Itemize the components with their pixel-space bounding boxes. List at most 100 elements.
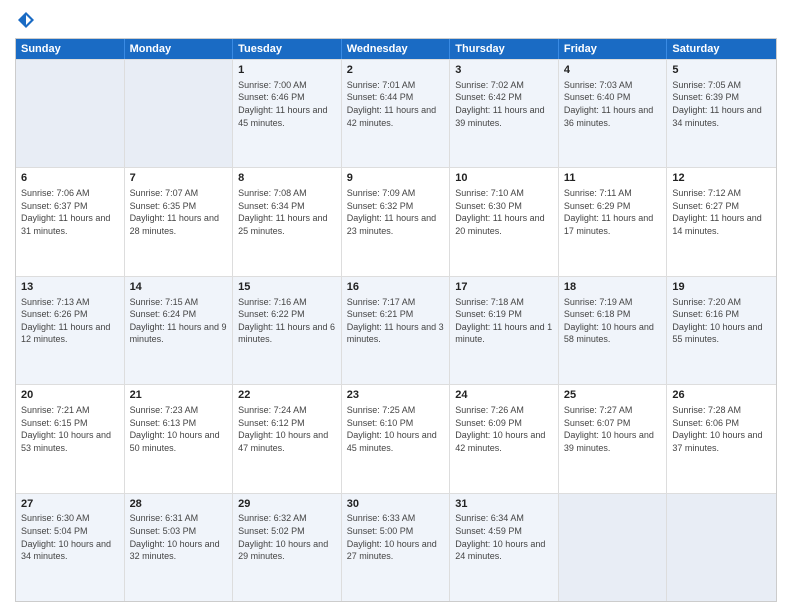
calendar-cell-r1-c6: 12Sunrise: 7:12 AM Sunset: 6:27 PM Dayli… (667, 168, 776, 275)
cell-info: Sunrise: 7:08 AM Sunset: 6:34 PM Dayligh… (238, 187, 336, 237)
calendar-row-2: 13Sunrise: 7:13 AM Sunset: 6:26 PM Dayli… (16, 276, 776, 384)
calendar-cell-r2-c0: 13Sunrise: 7:13 AM Sunset: 6:26 PM Dayli… (16, 277, 125, 384)
cell-info: Sunrise: 7:12 AM Sunset: 6:27 PM Dayligh… (672, 187, 771, 237)
calendar-cell-r3-c6: 26Sunrise: 7:28 AM Sunset: 6:06 PM Dayli… (667, 385, 776, 492)
logo-icon (16, 10, 36, 30)
day-number: 8 (238, 171, 336, 186)
cell-info: Sunrise: 7:07 AM Sunset: 6:35 PM Dayligh… (130, 187, 228, 237)
cell-info: Sunrise: 6:31 AM Sunset: 5:03 PM Dayligh… (130, 512, 228, 562)
day-number: 12 (672, 171, 771, 186)
cell-info: Sunrise: 7:06 AM Sunset: 6:37 PM Dayligh… (21, 187, 119, 237)
day-number: 28 (130, 497, 228, 512)
weekday-header-wednesday: Wednesday (342, 39, 451, 59)
day-number: 14 (130, 280, 228, 295)
calendar-row-0: 1Sunrise: 7:00 AM Sunset: 6:46 PM Daylig… (16, 59, 776, 167)
day-number: 2 (347, 63, 445, 78)
day-number: 24 (455, 388, 553, 403)
calendar-cell-r2-c2: 15Sunrise: 7:16 AM Sunset: 6:22 PM Dayli… (233, 277, 342, 384)
cell-info: Sunrise: 7:24 AM Sunset: 6:12 PM Dayligh… (238, 404, 336, 454)
day-number: 6 (21, 171, 119, 186)
calendar-cell-r3-c3: 23Sunrise: 7:25 AM Sunset: 6:10 PM Dayli… (342, 385, 451, 492)
cell-info: Sunrise: 7:16 AM Sunset: 6:22 PM Dayligh… (238, 296, 336, 346)
calendar-cell-r4-c5 (559, 494, 668, 601)
weekday-header-sunday: Sunday (16, 39, 125, 59)
calendar-cell-r0-c3: 2Sunrise: 7:01 AM Sunset: 6:44 PM Daylig… (342, 60, 451, 167)
calendar-cell-r4-c2: 29Sunrise: 6:32 AM Sunset: 5:02 PM Dayli… (233, 494, 342, 601)
calendar-cell-r1-c1: 7Sunrise: 7:07 AM Sunset: 6:35 PM Daylig… (125, 168, 234, 275)
header (15, 10, 777, 30)
cell-info: Sunrise: 7:10 AM Sunset: 6:30 PM Dayligh… (455, 187, 553, 237)
weekday-header-tuesday: Tuesday (233, 39, 342, 59)
cell-info: Sunrise: 7:05 AM Sunset: 6:39 PM Dayligh… (672, 79, 771, 129)
cell-info: Sunrise: 7:28 AM Sunset: 6:06 PM Dayligh… (672, 404, 771, 454)
cell-info: Sunrise: 7:18 AM Sunset: 6:19 PM Dayligh… (455, 296, 553, 346)
day-number: 13 (21, 280, 119, 295)
calendar-cell-r1-c5: 11Sunrise: 7:11 AM Sunset: 6:29 PM Dayli… (559, 168, 668, 275)
calendar-cell-r0-c0 (16, 60, 125, 167)
cell-info: Sunrise: 6:32 AM Sunset: 5:02 PM Dayligh… (238, 512, 336, 562)
calendar-cell-r3-c2: 22Sunrise: 7:24 AM Sunset: 6:12 PM Dayli… (233, 385, 342, 492)
day-number: 1 (238, 63, 336, 78)
calendar-cell-r2-c1: 14Sunrise: 7:15 AM Sunset: 6:24 PM Dayli… (125, 277, 234, 384)
cell-info: Sunrise: 7:23 AM Sunset: 6:13 PM Dayligh… (130, 404, 228, 454)
day-number: 31 (455, 497, 553, 512)
day-number: 7 (130, 171, 228, 186)
calendar-cell-r3-c0: 20Sunrise: 7:21 AM Sunset: 6:15 PM Dayli… (16, 385, 125, 492)
day-number: 30 (347, 497, 445, 512)
calendar-cell-r1-c3: 9Sunrise: 7:09 AM Sunset: 6:32 PM Daylig… (342, 168, 451, 275)
cell-info: Sunrise: 7:17 AM Sunset: 6:21 PM Dayligh… (347, 296, 445, 346)
calendar-cell-r3-c5: 25Sunrise: 7:27 AM Sunset: 6:07 PM Dayli… (559, 385, 668, 492)
day-number: 9 (347, 171, 445, 186)
day-number: 25 (564, 388, 662, 403)
page: SundayMondayTuesdayWednesdayThursdayFrid… (0, 0, 792, 612)
day-number: 29 (238, 497, 336, 512)
calendar-cell-r0-c5: 4Sunrise: 7:03 AM Sunset: 6:40 PM Daylig… (559, 60, 668, 167)
calendar-cell-r0-c6: 5Sunrise: 7:05 AM Sunset: 6:39 PM Daylig… (667, 60, 776, 167)
day-number: 27 (21, 497, 119, 512)
cell-info: Sunrise: 7:25 AM Sunset: 6:10 PM Dayligh… (347, 404, 445, 454)
cell-info: Sunrise: 7:01 AM Sunset: 6:44 PM Dayligh… (347, 79, 445, 129)
calendar-row-1: 6Sunrise: 7:06 AM Sunset: 6:37 PM Daylig… (16, 167, 776, 275)
weekday-header-saturday: Saturday (667, 39, 776, 59)
calendar-body: 1Sunrise: 7:00 AM Sunset: 6:46 PM Daylig… (16, 59, 776, 601)
day-number: 18 (564, 280, 662, 295)
cell-info: Sunrise: 7:03 AM Sunset: 6:40 PM Dayligh… (564, 79, 662, 129)
cell-info: Sunrise: 7:27 AM Sunset: 6:07 PM Dayligh… (564, 404, 662, 454)
cell-info: Sunrise: 7:13 AM Sunset: 6:26 PM Dayligh… (21, 296, 119, 346)
calendar-header: SundayMondayTuesdayWednesdayThursdayFrid… (16, 39, 776, 59)
day-number: 3 (455, 63, 553, 78)
calendar-cell-r3-c1: 21Sunrise: 7:23 AM Sunset: 6:13 PM Dayli… (125, 385, 234, 492)
calendar-cell-r4-c4: 31Sunrise: 6:34 AM Sunset: 4:59 PM Dayli… (450, 494, 559, 601)
day-number: 23 (347, 388, 445, 403)
day-number: 10 (455, 171, 553, 186)
day-number: 11 (564, 171, 662, 186)
calendar-cell-r1-c4: 10Sunrise: 7:10 AM Sunset: 6:30 PM Dayli… (450, 168, 559, 275)
calendar-cell-r1-c0: 6Sunrise: 7:06 AM Sunset: 6:37 PM Daylig… (16, 168, 125, 275)
calendar-row-3: 20Sunrise: 7:21 AM Sunset: 6:15 PM Dayli… (16, 384, 776, 492)
calendar-cell-r2-c3: 16Sunrise: 7:17 AM Sunset: 6:21 PM Dayli… (342, 277, 451, 384)
cell-info: Sunrise: 7:11 AM Sunset: 6:29 PM Dayligh… (564, 187, 662, 237)
day-number: 17 (455, 280, 553, 295)
cell-info: Sunrise: 7:19 AM Sunset: 6:18 PM Dayligh… (564, 296, 662, 346)
calendar-cell-r0-c2: 1Sunrise: 7:00 AM Sunset: 6:46 PM Daylig… (233, 60, 342, 167)
calendar-cell-r4-c0: 27Sunrise: 6:30 AM Sunset: 5:04 PM Dayli… (16, 494, 125, 601)
logo (15, 10, 37, 30)
cell-info: Sunrise: 7:00 AM Sunset: 6:46 PM Dayligh… (238, 79, 336, 129)
day-number: 22 (238, 388, 336, 403)
cell-info: Sunrise: 6:33 AM Sunset: 5:00 PM Dayligh… (347, 512, 445, 562)
cell-info: Sunrise: 6:34 AM Sunset: 4:59 PM Dayligh… (455, 512, 553, 562)
cell-info: Sunrise: 7:21 AM Sunset: 6:15 PM Dayligh… (21, 404, 119, 454)
calendar-cell-r4-c6 (667, 494, 776, 601)
cell-info: Sunrise: 7:15 AM Sunset: 6:24 PM Dayligh… (130, 296, 228, 346)
cell-info: Sunrise: 7:09 AM Sunset: 6:32 PM Dayligh… (347, 187, 445, 237)
calendar: SundayMondayTuesdayWednesdayThursdayFrid… (15, 38, 777, 602)
cell-info: Sunrise: 6:30 AM Sunset: 5:04 PM Dayligh… (21, 512, 119, 562)
cell-info: Sunrise: 7:20 AM Sunset: 6:16 PM Dayligh… (672, 296, 771, 346)
day-number: 5 (672, 63, 771, 78)
calendar-cell-r2-c4: 17Sunrise: 7:18 AM Sunset: 6:19 PM Dayli… (450, 277, 559, 384)
day-number: 4 (564, 63, 662, 78)
cell-info: Sunrise: 7:26 AM Sunset: 6:09 PM Dayligh… (455, 404, 553, 454)
day-number: 16 (347, 280, 445, 295)
calendar-cell-r1-c2: 8Sunrise: 7:08 AM Sunset: 6:34 PM Daylig… (233, 168, 342, 275)
calendar-cell-r4-c1: 28Sunrise: 6:31 AM Sunset: 5:03 PM Dayli… (125, 494, 234, 601)
